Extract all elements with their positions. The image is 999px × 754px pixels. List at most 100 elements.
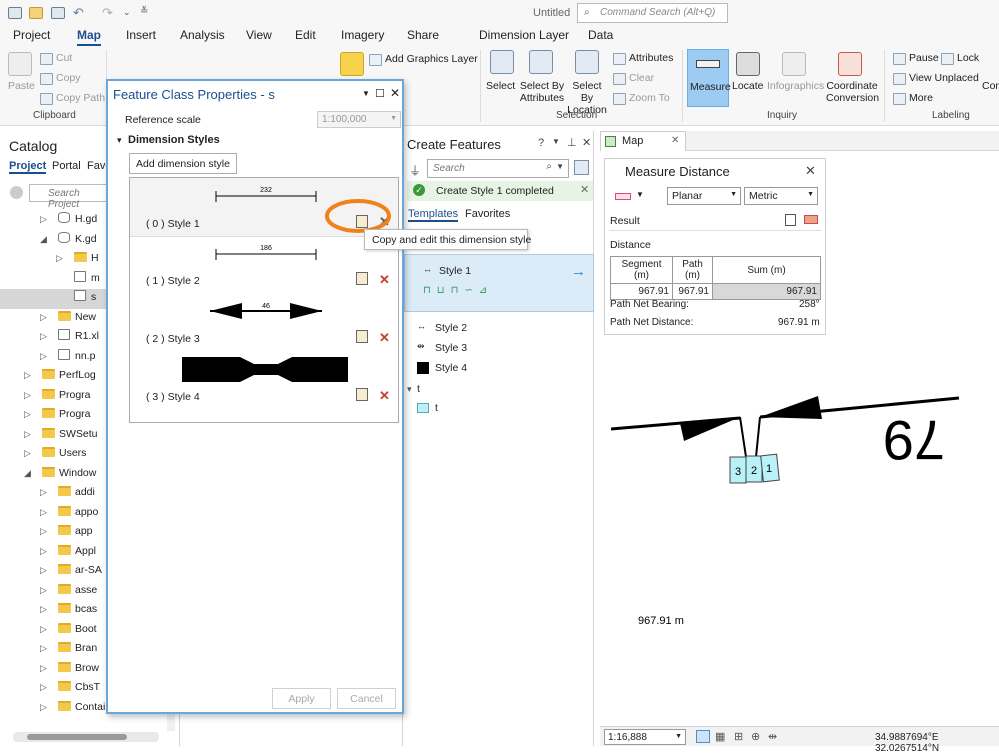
con-button[interactable]: Con xyxy=(982,80,999,92)
measure-button[interactable]: Measure xyxy=(687,49,731,107)
chevron-down-icon[interactable]: ▾ xyxy=(117,135,122,146)
chevron-right-icon[interactable]: ▷ xyxy=(24,448,31,459)
locate-button[interactable]: Locate xyxy=(732,80,764,92)
apply-button[interactable]: Apply xyxy=(272,688,331,709)
chevron-right-icon[interactable]: ▷ xyxy=(24,390,31,401)
tree-item[interactable]: ▷ Bran xyxy=(0,640,110,660)
tree-item[interactable]: ▷ Brow xyxy=(0,660,110,680)
construction-tools-icon[interactable]: ⊓⊔⊓∽⊿ xyxy=(423,285,493,296)
tree-item[interactable]: ▷ Users xyxy=(0,445,110,465)
chevron-right-icon[interactable]: ▷ xyxy=(40,312,47,323)
lock-button[interactable]: Lock xyxy=(941,52,979,65)
copy-edit-style-icon[interactable] xyxy=(356,330,368,343)
back-icon[interactable] xyxy=(10,186,23,199)
units-select[interactable]: Metric ▼ xyxy=(744,187,818,205)
tab-analysis[interactable]: Analysis xyxy=(180,28,225,42)
options-chevron-icon[interactable]: ▼ xyxy=(552,137,560,146)
tree-item[interactable]: ▷ ar-SA xyxy=(0,562,110,582)
undo-icon[interactable]: ↶ xyxy=(73,5,84,21)
zoom-to-button[interactable]: Zoom To xyxy=(613,92,670,105)
dismiss-icon[interactable]: ✕ xyxy=(580,183,589,196)
pin-icon[interactable]: ⊥ xyxy=(567,136,577,149)
clear-button[interactable]: Clear xyxy=(613,72,654,85)
tree-item[interactable]: ◢ Window xyxy=(0,465,110,485)
delete-style-icon[interactable]: ✕ xyxy=(379,330,390,346)
reference-scale-select[interactable]: 1:100,000 ▼ xyxy=(317,111,401,128)
tree-item[interactable]: ◢ K.gd xyxy=(0,231,110,251)
manage-templates-icon[interactable] xyxy=(574,160,589,175)
copy-edit-style-icon[interactable] xyxy=(356,272,368,285)
open-folder-icon[interactable] xyxy=(29,7,43,19)
chevron-right-icon[interactable]: ▷ xyxy=(24,429,31,440)
navigation-icon[interactable]: ⊞ xyxy=(734,730,743,743)
tree-item[interactable]: ▷ Appl xyxy=(0,543,110,563)
tab-map[interactable]: Map xyxy=(77,28,101,46)
tab-share[interactable]: Share xyxy=(407,28,439,42)
template-item-selected[interactable]: ↔ Style 1 → ⊓⊔⊓∽⊿ xyxy=(404,254,594,312)
mode-select[interactable]: Planar ▼ xyxy=(667,187,741,205)
chevron-down-icon[interactable]: ▾ xyxy=(407,384,412,395)
tree-item[interactable]: ▷ PerfLog xyxy=(0,367,110,387)
tab-data[interactable]: Data xyxy=(588,28,613,42)
tree-item[interactable]: ▷ New xyxy=(0,309,110,329)
copy-button[interactable]: Copy xyxy=(40,72,81,85)
tree-item[interactable]: ▷ SWSetu xyxy=(0,426,110,446)
chevron-down-icon[interactable]: ◢ xyxy=(40,234,47,245)
tree-item[interactable]: s xyxy=(0,289,110,309)
chevron-right-icon[interactable]: ▷ xyxy=(40,507,47,518)
chevron-down-icon[interactable]: ▼ xyxy=(636,190,644,199)
customize-qat-icon[interactable]: ≚ xyxy=(140,6,148,17)
copy-path-button[interactable]: Copy Path xyxy=(40,92,105,105)
attributes-button[interactable]: Attributes xyxy=(613,52,673,65)
new-project-icon[interactable] xyxy=(8,7,22,19)
template-search-input[interactable]: Search ⌕ ▼ xyxy=(427,159,569,178)
tree-item[interactable]: ▷ Progra xyxy=(0,387,110,407)
grid-icon[interactable]: ▦ xyxy=(715,730,725,743)
tree-item[interactable]: ▷ nn.p xyxy=(0,348,110,368)
coordinate-conversion-button[interactable]: Coordinate Conversion xyxy=(826,80,879,104)
select-button[interactable]: Select xyxy=(486,80,515,92)
catalog-horizontal-scrollbar[interactable] xyxy=(13,732,159,742)
chevron-right-icon[interactable]: ▷ xyxy=(40,643,47,654)
more-button[interactable]: More xyxy=(893,92,933,105)
delete-style-icon[interactable]: ✕ xyxy=(379,388,390,404)
tree-item[interactable]: ▷ bcas xyxy=(0,601,110,621)
chevron-right-icon[interactable]: ▷ xyxy=(40,702,47,713)
tab-catalog-project[interactable]: Project xyxy=(9,160,47,174)
template-item-t[interactable]: t xyxy=(435,402,438,414)
add-graphics-layer-button[interactable]: Add Graphics Layer xyxy=(369,53,478,66)
tree-item[interactable]: ▷ Containers xyxy=(0,699,126,719)
chevron-right-icon[interactable]: ▷ xyxy=(40,565,47,576)
redo-icon[interactable]: ↷ xyxy=(102,5,113,21)
scale-lock-icon[interactable] xyxy=(696,730,710,743)
tree-item[interactable]: ▷ R1.xl xyxy=(0,328,110,348)
help-icon[interactable]: ? xyxy=(538,137,544,149)
tree-item[interactable]: ▷ Progra xyxy=(0,406,110,426)
close-icon[interactable]: ✕ xyxy=(390,86,400,100)
chevron-right-icon[interactable]: ▷ xyxy=(40,526,47,537)
tree-item[interactable]: ▷ H.gd xyxy=(0,211,110,231)
chevron-right-icon[interactable]: ▷ xyxy=(40,331,47,342)
tree-item[interactable]: ▷ asse xyxy=(0,582,110,602)
chevron-right-icon[interactable]: ▷ xyxy=(40,663,47,674)
tree-item[interactable]: ▷ addi xyxy=(0,484,110,504)
scale-select[interactable]: 1:16,888 ▼ xyxy=(604,729,686,745)
north-icon[interactable]: ⇹ xyxy=(768,730,777,743)
pause-button[interactable]: Pause xyxy=(893,52,939,65)
tab-view[interactable]: View xyxy=(246,28,272,42)
chevron-down-icon[interactable]: ▼ xyxy=(362,89,370,98)
close-icon[interactable]: ✕ xyxy=(582,136,591,149)
tab-imagery[interactable]: Imagery xyxy=(341,28,384,42)
chevron-right-icon[interactable]: ▷ xyxy=(40,682,47,693)
view-unplaced-button[interactable]: View Unplaced xyxy=(893,72,979,85)
chevron-right-icon[interactable]: ▷ xyxy=(24,370,31,381)
infographics-button[interactable]: Infographics xyxy=(767,80,824,92)
catalog-search-input[interactable]: Search Project xyxy=(29,184,109,210)
tab-map-view[interactable]: Map ✕ xyxy=(600,131,686,151)
chevron-right-icon[interactable]: ▷ xyxy=(56,253,63,264)
chevron-right-icon[interactable]: ▷ xyxy=(40,351,47,362)
chevron-right-icon[interactable]: ▷ xyxy=(40,585,47,596)
chevron-right-icon[interactable]: ▷ xyxy=(40,624,47,635)
tab-edit[interactable]: Edit xyxy=(295,28,316,42)
add-dimension-style-button[interactable]: Add dimension style xyxy=(129,153,237,174)
